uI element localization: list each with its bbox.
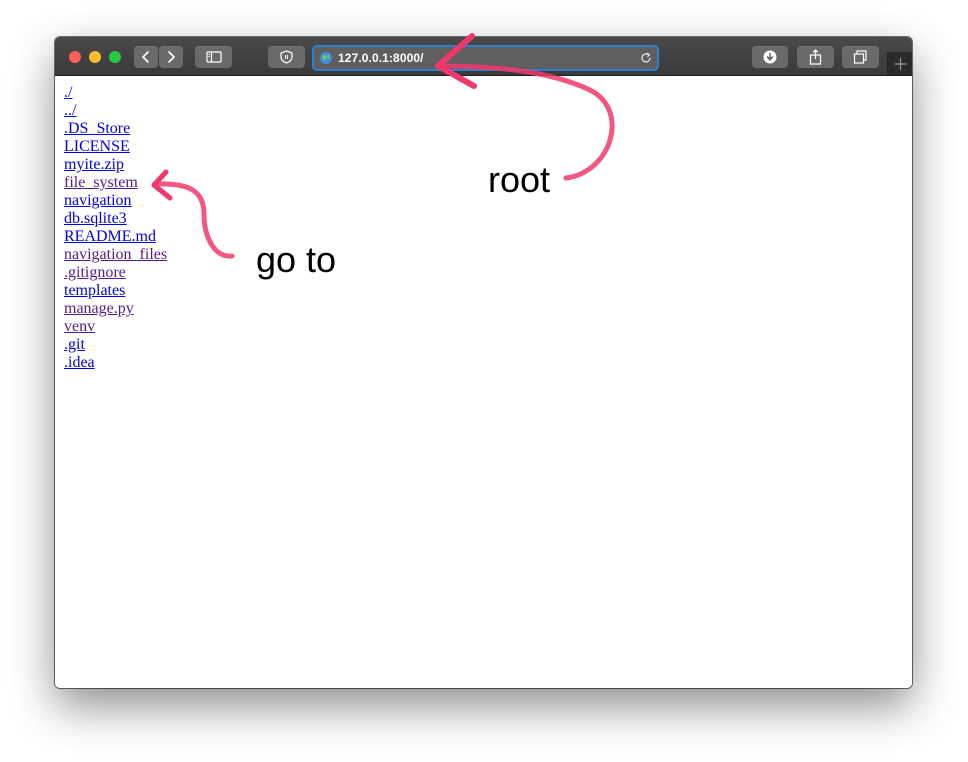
file-link[interactable]: navigation_files	[64, 246, 167, 263]
file-link[interactable]: file_system	[64, 174, 138, 191]
list-item: manage.py	[64, 300, 167, 318]
globe-icon	[320, 52, 332, 64]
share-icon	[809, 49, 822, 65]
file-link[interactable]: templates	[64, 282, 125, 299]
list-item: .gitignore	[64, 264, 167, 282]
downloads-button[interactable]	[752, 46, 788, 68]
list-item: navigation_files	[64, 246, 167, 264]
browser-window: 127.0.0.1:8000/ ./ ../ .DS_Store LICENSE…	[55, 37, 912, 688]
file-link[interactable]: LICENSE	[64, 138, 130, 155]
toolbar: 127.0.0.1:8000/	[55, 37, 912, 76]
list-item: templates	[64, 282, 167, 300]
list-item: README.md	[64, 228, 167, 246]
shield-icon	[280, 50, 293, 64]
page-content: ./../.DS_Store LICENSE myite.zip file_syste…	[55, 76, 912, 688]
file-link[interactable]: ./	[64, 84, 72, 101]
minimize-window-button[interactable]	[89, 51, 101, 63]
directory-listing: ./../.DS_Store LICENSE myite.zip file_syste…	[64, 84, 167, 372]
file-link[interactable]: .DS_Store	[64, 120, 130, 137]
close-window-button[interactable]	[69, 51, 81, 63]
tabs-icon	[853, 50, 867, 64]
forward-button[interactable]	[159, 46, 183, 68]
new-tab-button[interactable]	[887, 52, 912, 75]
list-item: venv	[64, 318, 167, 336]
address-bar[interactable]: 127.0.0.1:8000/	[312, 45, 659, 71]
goto-annotation: go to	[256, 239, 337, 280]
file-link[interactable]: venv	[64, 318, 95, 335]
chevron-right-icon	[168, 51, 175, 63]
file-link[interactable]: .git	[64, 336, 85, 353]
list-item: .DS_Store	[64, 120, 167, 138]
file-link[interactable]: db.sqlite3	[64, 210, 127, 227]
privacy-report-button[interactable]	[268, 46, 305, 68]
chevron-left-icon	[142, 51, 149, 63]
sidebar-icon	[206, 51, 222, 63]
file-link[interactable]: .idea	[64, 354, 95, 371]
file-link[interactable]: myite.zip	[64, 156, 124, 173]
download-icon	[763, 50, 777, 64]
list-item: .idea	[64, 354, 167, 372]
list-item: .git	[64, 336, 167, 354]
list-item: LICENSE	[64, 138, 167, 156]
list-item: ../	[64, 102, 167, 120]
root-annotation: root	[488, 159, 551, 200]
file-link[interactable]: navigation	[64, 192, 132, 209]
share-button[interactable]	[797, 46, 834, 68]
url-text: 127.0.0.1:8000/	[338, 51, 424, 65]
list-item: navigation	[64, 192, 167, 210]
zoom-window-button[interactable]	[109, 51, 121, 63]
file-link[interactable]: README.md	[64, 228, 156, 245]
list-item: file_system	[64, 174, 167, 192]
show-tabs-button[interactable]	[842, 46, 879, 68]
reload-icon[interactable]	[639, 51, 653, 65]
sidebar-button[interactable]	[195, 46, 232, 68]
file-link[interactable]: manage.py	[64, 300, 134, 317]
file-link[interactable]: .gitignore	[64, 264, 126, 281]
back-button[interactable]	[134, 46, 158, 68]
list-item: db.sqlite3	[64, 210, 167, 228]
file-link[interactable]: ../	[64, 102, 76, 119]
list-item: ./	[64, 84, 167, 102]
list-item: myite.zip	[64, 156, 167, 174]
plus-icon	[894, 58, 907, 70]
